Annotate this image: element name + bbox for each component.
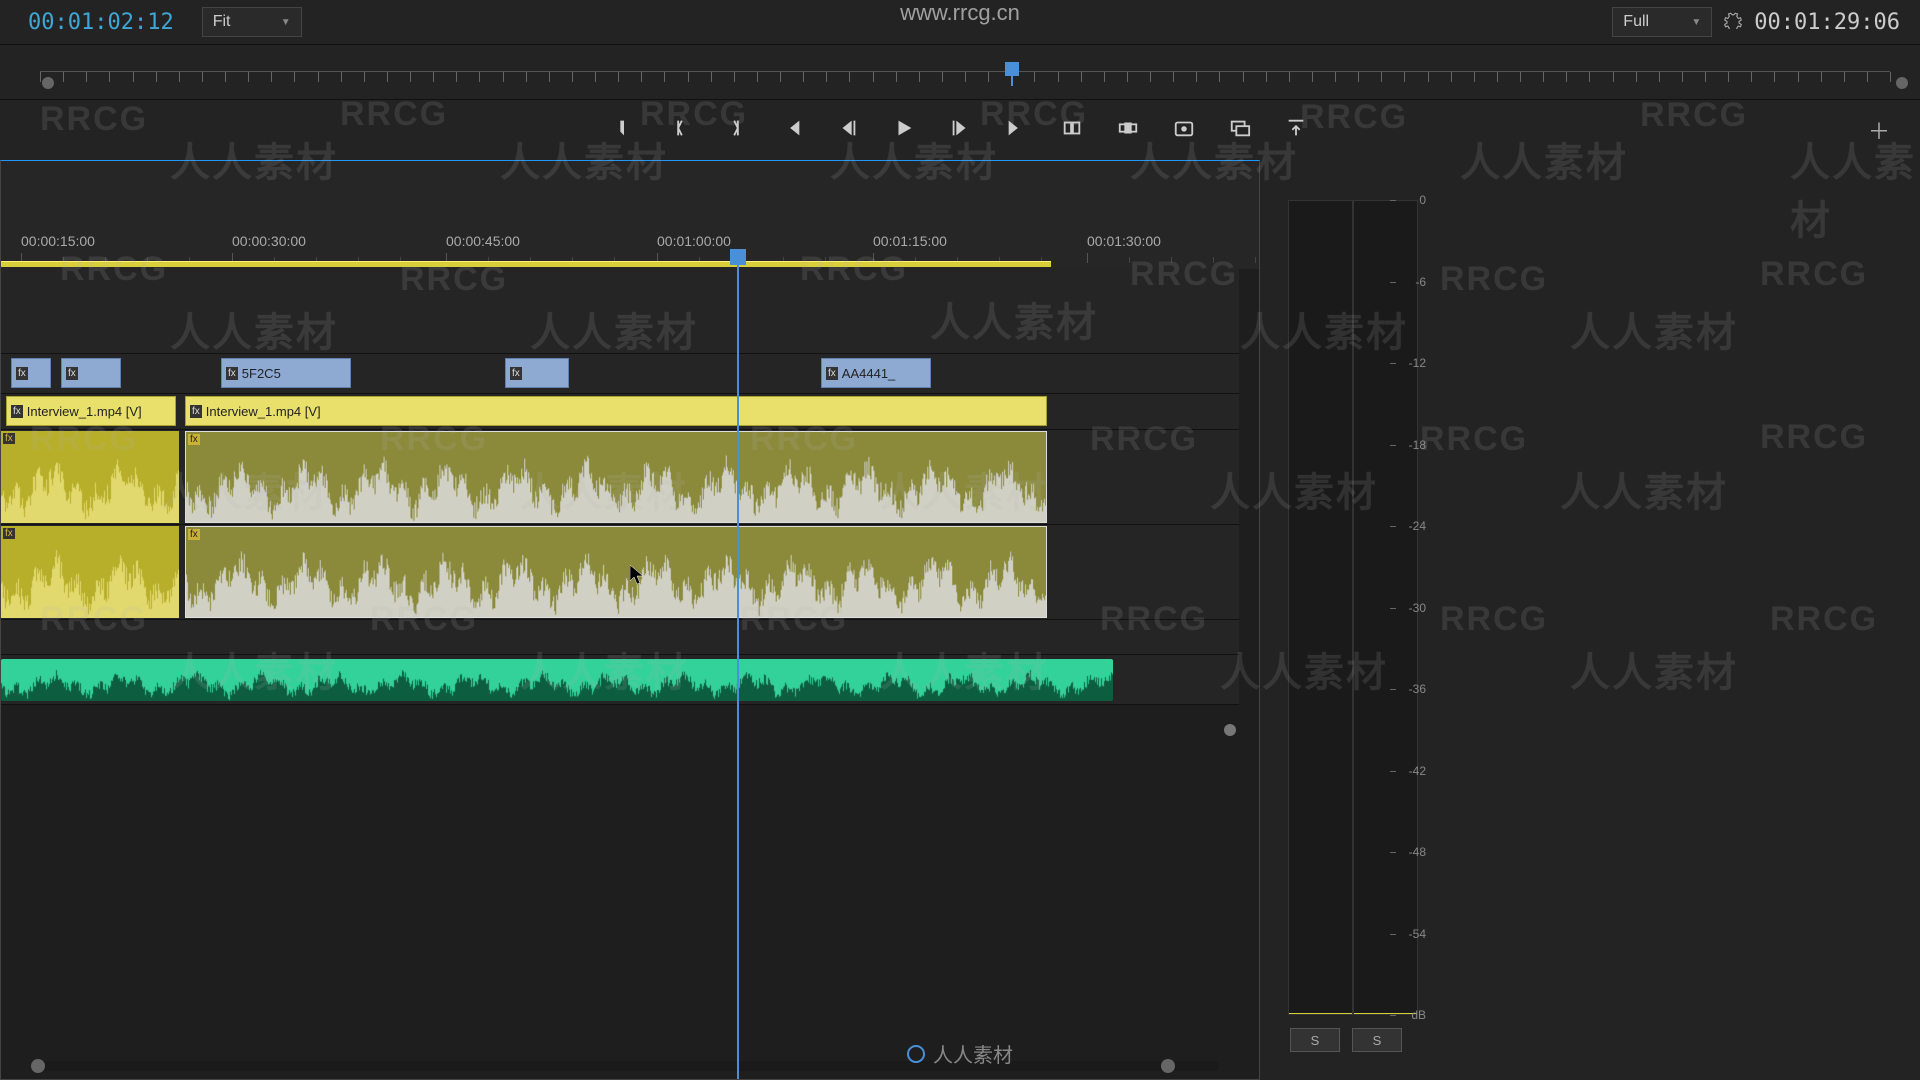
- audio-meters[interactable]: [1288, 200, 1418, 1015]
- out-point-handle[interactable]: [1896, 77, 1908, 89]
- source-timecode[interactable]: 00:01:02:12: [20, 6, 182, 39]
- preview-playhead[interactable]: [1005, 62, 1019, 86]
- tracks-area: fx fx fx 5F2C5 fx fx AA4441_ fx Interview_1.mp4…: [1, 269, 1239, 1049]
- export-icon[interactable]: [1284, 117, 1308, 144]
- clip-label: AA4441_: [842, 366, 896, 381]
- video-clip[interactable]: fx Interview_1.mp4 [V]: [6, 396, 176, 426]
- preview-ruler[interactable]: [0, 45, 1920, 100]
- fx-badge: fx: [16, 367, 28, 380]
- brand-text: 人人素材: [933, 1039, 1013, 1068]
- export-frame-icon[interactable]: [1172, 117, 1196, 144]
- in-out-range: [1, 261, 1051, 267]
- chevron-down-icon: ▼: [281, 17, 291, 28]
- solo-left-button[interactable]: S: [1290, 1028, 1340, 1052]
- audio-meter-panel: 0-6-12-18-24-30-36-42-48-54dB S S: [1278, 160, 1438, 1080]
- video-track-v1[interactable]: fx Interview_1.mp4 [V] fx Interview_1.mp4 […: [1, 394, 1239, 430]
- program-timecode[interactable]: 00:01:29:06: [1754, 10, 1900, 35]
- mark-in-icon[interactable]: [612, 117, 636, 144]
- fx-badge: fx: [226, 367, 238, 380]
- brand-footer: 人人素材: [907, 1039, 1013, 1068]
- preview-ticks: [40, 71, 1890, 89]
- step-forward-icon[interactable]: [948, 117, 972, 144]
- fx-badge: fx: [11, 405, 23, 418]
- playhead[interactable]: [737, 265, 739, 1079]
- transport-toolbar: ＋: [0, 100, 1920, 160]
- go-to-in-icon[interactable]: [780, 117, 804, 144]
- resolution-dropdown[interactable]: Full ▼: [1612, 7, 1712, 37]
- step-back-icon[interactable]: [836, 117, 860, 144]
- fx-badge: fx: [190, 405, 202, 418]
- fx-badge: fx: [188, 529, 200, 540]
- audio-clip[interactable]: fx: [1, 431, 179, 523]
- comparison-icon[interactable]: [1228, 117, 1252, 144]
- video-clip[interactable]: fx: [505, 358, 569, 388]
- settings-icon[interactable]: [1724, 11, 1742, 34]
- brand-logo-icon: [907, 1045, 925, 1063]
- play-icon[interactable]: [892, 117, 916, 144]
- clip-label: 5F2C5: [242, 366, 281, 381]
- track-scroll-handle[interactable]: [1224, 724, 1236, 736]
- empty-track: [1, 620, 1239, 655]
- video-clip[interactable]: fx Interview_1.mp4 [V]: [185, 396, 1047, 426]
- timeline-zoom-scrollbar[interactable]: [31, 1061, 1219, 1071]
- mark-close-icon[interactable]: [724, 117, 748, 144]
- fx-badge: fx: [826, 367, 838, 380]
- fx-badge: fx: [188, 434, 200, 445]
- insert-icon[interactable]: [1060, 117, 1084, 144]
- video-clip[interactable]: fx AA4441_: [821, 358, 931, 388]
- audio-clip[interactable]: fx: [185, 431, 1047, 523]
- audio-track-a1[interactable]: fx fx: [1, 430, 1239, 525]
- zoom-dropdown[interactable]: Fit ▼: [202, 7, 302, 37]
- timeline-ruler[interactable]: 00:00:15:0000:00:30:0000:00:45:0000:01:0…: [1, 161, 1259, 269]
- clip-label: Interview_1.mp4 [V]: [27, 404, 142, 419]
- fx-badge: fx: [3, 433, 15, 444]
- mark-open-icon[interactable]: [668, 117, 692, 144]
- video-clip[interactable]: fx: [61, 358, 121, 388]
- music-clip[interactable]: [1, 659, 1113, 701]
- watermark-url: www.rrcg.cn: [900, 0, 1020, 26]
- music-track[interactable]: [1, 655, 1239, 705]
- video-clip[interactable]: fx 5F2C5: [221, 358, 351, 388]
- solo-right-button[interactable]: S: [1352, 1028, 1402, 1052]
- fx-badge: fx: [510, 367, 522, 380]
- video-track-v2[interactable]: fx fx fx 5F2C5 fx fx AA4441_: [1, 354, 1239, 394]
- zoom-value: Fit: [213, 13, 231, 31]
- fx-badge: fx: [3, 528, 15, 539]
- fx-badge: fx: [66, 367, 78, 380]
- resolution-value: Full: [1623, 13, 1649, 31]
- video-clip[interactable]: fx: [11, 358, 51, 388]
- button-editor-icon[interactable]: ＋: [1868, 114, 1890, 146]
- audio-track-a2[interactable]: fx fx: [1, 525, 1239, 620]
- audio-clip[interactable]: fx: [1, 526, 179, 618]
- audio-clip[interactable]: fx: [185, 526, 1047, 618]
- chevron-down-icon: ▼: [1691, 17, 1701, 28]
- mouse-cursor: [630, 565, 644, 585]
- overwrite-icon[interactable]: [1116, 117, 1140, 144]
- playhead-head[interactable]: [730, 249, 746, 265]
- zoom-handle-right[interactable]: [1161, 1059, 1175, 1073]
- clip-label: Interview_1.mp4 [V]: [206, 404, 321, 419]
- timeline-panel: 00:00:15:0000:00:30:0000:00:45:0000:01:0…: [0, 160, 1260, 1080]
- zoom-handle-left[interactable]: [31, 1059, 45, 1073]
- empty-track: [1, 269, 1239, 354]
- go-to-out-icon[interactable]: [1004, 117, 1028, 144]
